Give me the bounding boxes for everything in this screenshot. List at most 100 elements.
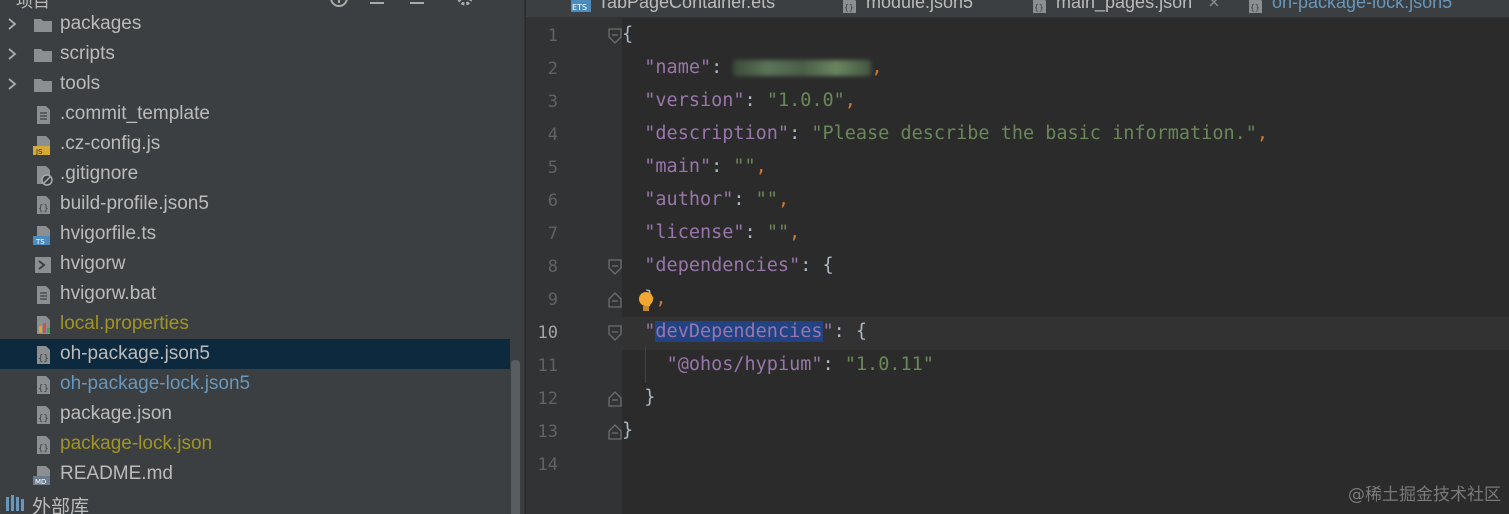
json-key: "name" [644, 57, 712, 78]
chevron-right-icon[interactable] [5, 47, 19, 61]
json-string: "1.0.0" [766, 90, 845, 111]
tab-tabpagecontainer[interactable]: ETS TabPageContainer.ets [570, 0, 810, 18]
fold-open-icon[interactable] [608, 325, 622, 341]
comma: , [655, 288, 667, 309]
tree-item-external-libraries[interactable]: 外部库 [0, 489, 510, 514]
tab-main-pages[interactable]: {} main_pages.json [1028, 0, 1228, 18]
tab-oh-package-lock[interactable]: {} oh-package-lock.json5 [1244, 0, 1509, 18]
folder-icon [34, 79, 52, 92]
tree-item-gitignore[interactable]: .gitignore [0, 159, 510, 189]
code-line-2[interactable]: "name": , [622, 51, 882, 84]
fold-close-icon[interactable] [608, 424, 622, 440]
tree-item-package-json[interactable]: {} package.json [0, 399, 510, 429]
tree-item-oh-package-lock[interactable]: {} oh-package-lock.json5 [0, 369, 510, 399]
tab-module-json5[interactable]: {} module.json5 [838, 0, 1008, 18]
tree-item-label: hvigorfile.ts [60, 223, 157, 244]
svg-text:{}: {} [1250, 3, 1260, 12]
folder-icon [34, 19, 52, 32]
tree-item-build-profile[interactable]: {} build-profile.json5 [0, 189, 510, 219]
lightbulb-icon[interactable] [636, 290, 656, 314]
colon: : [822, 354, 845, 375]
svg-text:{}: {} [1034, 3, 1044, 12]
code-line-3[interactable]: "version": "1.0.0", [622, 84, 856, 117]
code-line-1[interactable]: { [622, 18, 633, 51]
tree-item-package-lock[interactable]: {} package-lock.json [0, 429, 510, 459]
tree-item-label: .cz-config.js [60, 133, 161, 154]
tree-item-label: hvigorw [60, 253, 126, 274]
project-panel-scrollbar[interactable] [511, 360, 520, 514]
code-line-10[interactable]: "devDependencies": { [622, 315, 867, 348]
folder-icon [34, 49, 52, 62]
svg-text:{}: {} [38, 354, 49, 364]
json-key: "version" [644, 90, 745, 111]
shell-script-icon [35, 257, 51, 273]
project-tree: packages scripts tools .commit_template … [0, 9, 524, 489]
tree-item-label: hvigorw.bat [60, 283, 157, 304]
tree-item-hvigorw[interactable]: hvigorw [0, 249, 510, 279]
colon: : [711, 156, 734, 177]
code-line-11[interactable]: "@ohos/hypium": "1.0.11" [622, 348, 934, 381]
tree-item-packages[interactable]: packages [0, 9, 510, 39]
tree-item-commit-template[interactable]: .commit_template [0, 99, 510, 129]
json-string: "1.0.11" [844, 354, 934, 375]
text-file-icon [37, 106, 50, 124]
line-number: 1 [547, 26, 558, 46]
json-key: "main" [644, 156, 712, 177]
comma: , [1256, 123, 1269, 144]
close-icon[interactable] [1208, 0, 1220, 8]
json-string: "" [766, 222, 790, 243]
line-number: 14 [537, 455, 558, 475]
tree-item-readme[interactable]: MD README.md [0, 459, 510, 489]
code-line-4[interactable]: "description": "Please describe the basi… [622, 117, 1268, 150]
fold-open-icon[interactable] [608, 28, 622, 44]
tree-item-scripts[interactable]: scripts [0, 39, 510, 69]
svg-text:JS: JS [35, 148, 43, 156]
json-key-quote: " [644, 321, 656, 342]
chevron-right-icon[interactable] [5, 17, 19, 31]
tree-item-label: .commit_template [60, 103, 210, 124]
expand-all-icon[interactable] [366, 0, 388, 9]
tree-item-cz-config[interactable]: JS .cz-config.js [0, 129, 510, 159]
fold-close-icon[interactable] [608, 292, 622, 308]
collapse-all-icon[interactable] [406, 0, 428, 9]
tree-item-local-properties[interactable]: local.properties [0, 309, 510, 339]
tree-item-oh-package[interactable]: {} oh-package.json5 [0, 339, 510, 369]
svg-text:MD: MD [35, 478, 46, 486]
json-key: "description" [644, 123, 790, 144]
brace: { [622, 24, 634, 45]
colon: : [744, 222, 767, 243]
ets-file-icon: ETS [571, 0, 591, 12]
line-number: 6 [547, 191, 558, 211]
json-file-icon: {} [1033, 0, 1046, 13]
gear-icon[interactable] [454, 0, 476, 9]
line-number: 2 [547, 59, 558, 79]
colon: : [711, 57, 734, 78]
tree-item-hvigorw-bat[interactable]: hvigorw.bat [0, 279, 510, 309]
tree-item-label: scripts [60, 43, 115, 64]
svg-text:ETS: ETS [572, 3, 587, 12]
tree-item-hvigorfile[interactable]: TS hvigorfile.ts [0, 219, 510, 249]
tree-item-label: README.md [60, 463, 173, 484]
json-string: "Please describe the basic information." [811, 123, 1257, 144]
code-line-13[interactable]: } [622, 414, 633, 447]
chevron-down-icon[interactable] [76, 0, 88, 1]
tree-item-label: .gitignore [60, 163, 139, 184]
code-line-8[interactable]: "dependencies": { [622, 249, 833, 282]
fold-open-icon[interactable] [608, 259, 622, 275]
locate-target-icon[interactable] [328, 0, 350, 9]
tree-item-tools[interactable]: tools [0, 69, 510, 99]
code-line-5[interactable]: "main": "", [622, 150, 767, 183]
chevron-right-icon[interactable] [5, 77, 19, 91]
editor-gutter[interactable]: 1 2 3 4 5 6 7 8 9 10 11 12 13 14 [526, 18, 622, 514]
code-line-12[interactable]: } [622, 381, 655, 414]
colon: : [733, 189, 756, 210]
tree-item-label: 外部库 [32, 496, 90, 514]
tab-label: module.json5 [866, 0, 974, 12]
json-key: "license" [644, 222, 745, 243]
fold-close-icon[interactable] [608, 391, 622, 407]
colon: : [833, 321, 856, 342]
code-line-6[interactable]: "author": "", [622, 183, 789, 216]
editor-tab-bar: ETS TabPageContainer.ets {} module.json5… [526, 0, 1509, 18]
selected-text[interactable]: devDependencies [655, 321, 823, 342]
code-line-7[interactable]: "license": "", [622, 216, 800, 249]
